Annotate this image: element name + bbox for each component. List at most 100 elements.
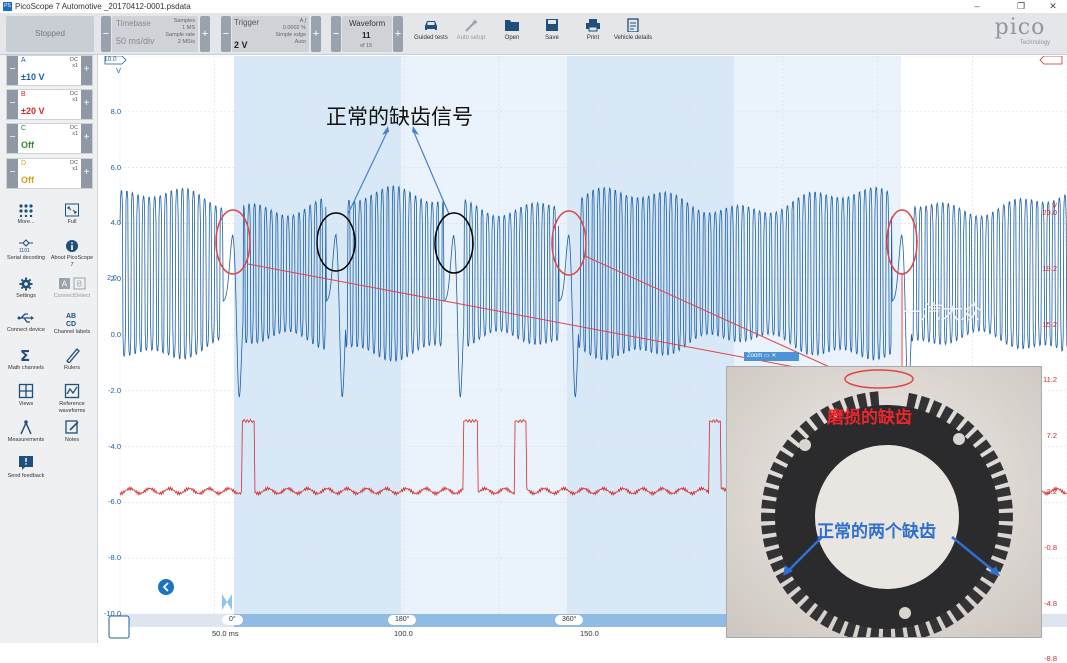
gear-icon [19, 277, 33, 291]
timebase-value: 50 ms/div [116, 36, 155, 46]
reference-waveforms-button[interactable]: Reference waveforms [49, 383, 95, 415]
pico-logo: pico Technology [985, 16, 1055, 52]
channel-c-minus[interactable]: − [7, 124, 18, 153]
timebase-samples: Samples 1 MS Sample rate 2 MS/s [155, 18, 195, 46]
timebase-minus-button[interactable]: − [101, 16, 111, 52]
channel-d-range: Off [21, 175, 34, 185]
channel-a-plus[interactable]: + [81, 56, 92, 85]
close-icon[interactable]: ✕ [1041, 0, 1065, 13]
car-icon [425, 21, 437, 30]
channel-d-minus[interactable]: − [7, 159, 18, 188]
views-label: Views [18, 401, 34, 407]
about-button[interactable]: About PicoScope 7 [49, 239, 95, 269]
send-feedback-button[interactable]: Send feedback [3, 455, 49, 480]
channel-b-range: ±20 V [21, 106, 45, 116]
minimize-icon[interactable]: – [965, 0, 989, 13]
open-button[interactable]: Open [490, 16, 534, 52]
svg-text:AB: AB [66, 313, 76, 320]
channel-c-range: Off [21, 140, 34, 150]
expand-icon [65, 203, 79, 217]
trigger-control[interactable]: Trigger 2 V A ∫ 0.0002 % Simple edge Aut… [232, 16, 309, 52]
ruler-icon [66, 348, 80, 363]
views-icon [18, 383, 34, 399]
full-button[interactable]: Full [49, 203, 95, 226]
waveform-control[interactable]: Waveform 11 of 15 [342, 16, 392, 52]
connect-device-button[interactable]: Connect device [3, 311, 49, 334]
rulers-button[interactable]: Rulers [49, 347, 95, 372]
channel-a-control[interactable]: − A DC x1 ±10 V + [6, 55, 93, 86]
waveform-next-button[interactable]: + [393, 16, 403, 52]
serial-icon: 1101 [19, 239, 33, 253]
channel-c-probe: x1 [72, 131, 78, 137]
bolt-hole-2 [953, 433, 965, 445]
bottom-left-handle[interactable] [108, 615, 130, 639]
measurements-button[interactable]: Measurements [3, 419, 49, 444]
more-button[interactable]: More... [3, 203, 49, 226]
left-axis-tick: 6.0 [110, 162, 121, 172]
picoscope-window: PS PicoScope 7 Automotive _20170412-0001… [0, 0, 1067, 663]
channel-b-minus[interactable]: − [7, 90, 18, 119]
print-button[interactable]: Print [571, 16, 615, 52]
left-axis-tick: 8.0 [110, 106, 121, 116]
run-stop-label: Stopped [35, 29, 65, 38]
time-label-2: 100.0 [394, 629, 413, 638]
sigma-icon: Σ [20, 347, 30, 363]
trigger-plus-button[interactable]: + [311, 16, 321, 52]
channel-a-minus[interactable]: − [7, 56, 18, 85]
degree-marker-0[interactable]: 0° [222, 615, 243, 625]
degree-marker-180[interactable]: 180° [388, 615, 417, 625]
timebase-plus-button[interactable]: + [200, 16, 210, 52]
vehicle-details-button[interactable]: Vehicle details [611, 16, 655, 52]
channel-b-offset-marker[interactable] [1039, 56, 1063, 65]
guided-tests-button[interactable]: Guided tests [409, 16, 453, 52]
wand-icon [465, 19, 478, 32]
full-label: Full [67, 219, 77, 225]
channel-c-plus[interactable]: + [81, 124, 92, 153]
channel-b-plus[interactable]: + [81, 90, 92, 119]
waveform-current: 11 [362, 31, 371, 40]
side-panel: − A DC x1 ±10 V + − B DC x1 ±20 V + − C DC… [0, 55, 98, 643]
ruler-highlight [234, 614, 734, 627]
degree-marker-360[interactable]: 360° [555, 615, 584, 625]
zoom-overview-bar[interactable]: Zoom ▭ ✕ [744, 352, 799, 361]
svg-text:Σ: Σ [20, 347, 30, 363]
open-label: Open [504, 35, 520, 41]
math-channels-label: Math channels [8, 365, 44, 371]
previous-view-button[interactable] [158, 579, 174, 595]
channel-b-name: B [21, 91, 26, 98]
channel-b-control[interactable]: − B DC x1 ±20 V + [6, 89, 93, 120]
settings-label: Settings [16, 293, 36, 299]
trigger-details: A ∫ 0.0002 % Simple edge Auto [266, 18, 306, 46]
restore-icon[interactable]: ❐ [1009, 0, 1033, 13]
trigger-marker-value: 2.0 [107, 275, 117, 282]
trigger-value: 2 V [234, 40, 248, 50]
connect-detect-button[interactable]: AB ConnectDetect [49, 277, 95, 300]
channel-c-control[interactable]: − C DC x1 Off + [6, 123, 93, 154]
serial-decoding-button[interactable]: 1101 Serial decoding [3, 239, 49, 262]
timebase-control[interactable]: Timebase 50 ms/div Samples 1 MS Sample r… [112, 16, 198, 52]
folder-icon [505, 20, 519, 31]
views-button[interactable]: Views [3, 383, 49, 408]
sample-rate-value: 2 MS/s [177, 39, 195, 45]
app-icon: PS [3, 2, 12, 11]
usb-icon [17, 313, 34, 323]
left-axis-unit: V [115, 66, 121, 75]
math-channels-button[interactable]: Σ Math channels [3, 347, 49, 372]
left-axis-tick: 4.0 [110, 218, 121, 228]
waveform-prev-button[interactable]: − [331, 16, 341, 52]
settings-button[interactable]: Settings [3, 277, 49, 300]
channel-labels-button[interactable]: AB CD Channel labels [49, 311, 95, 336]
channel-d-plus[interactable]: + [81, 159, 92, 188]
trigger-minus-button[interactable]: − [221, 16, 231, 52]
trigger-percent: 0.0002 % [282, 25, 306, 31]
auto-setup-button[interactable]: Auto setup [449, 16, 493, 52]
pico-logo-tagline: Technology [1019, 40, 1051, 46]
channel-a-coupling: DC x1 [70, 57, 78, 69]
channel-d-control[interactable]: − D DC x1 Off + [6, 158, 93, 189]
channel-d-name: D [21, 160, 27, 167]
save-button[interactable]: Save [530, 16, 574, 52]
send-feedback-label: Send feedback [7, 473, 45, 479]
about-label: About PicoScope 7 [50, 255, 94, 268]
notes-button[interactable]: Notes [49, 419, 95, 444]
run-stop-button[interactable]: Stopped [6, 16, 94, 52]
